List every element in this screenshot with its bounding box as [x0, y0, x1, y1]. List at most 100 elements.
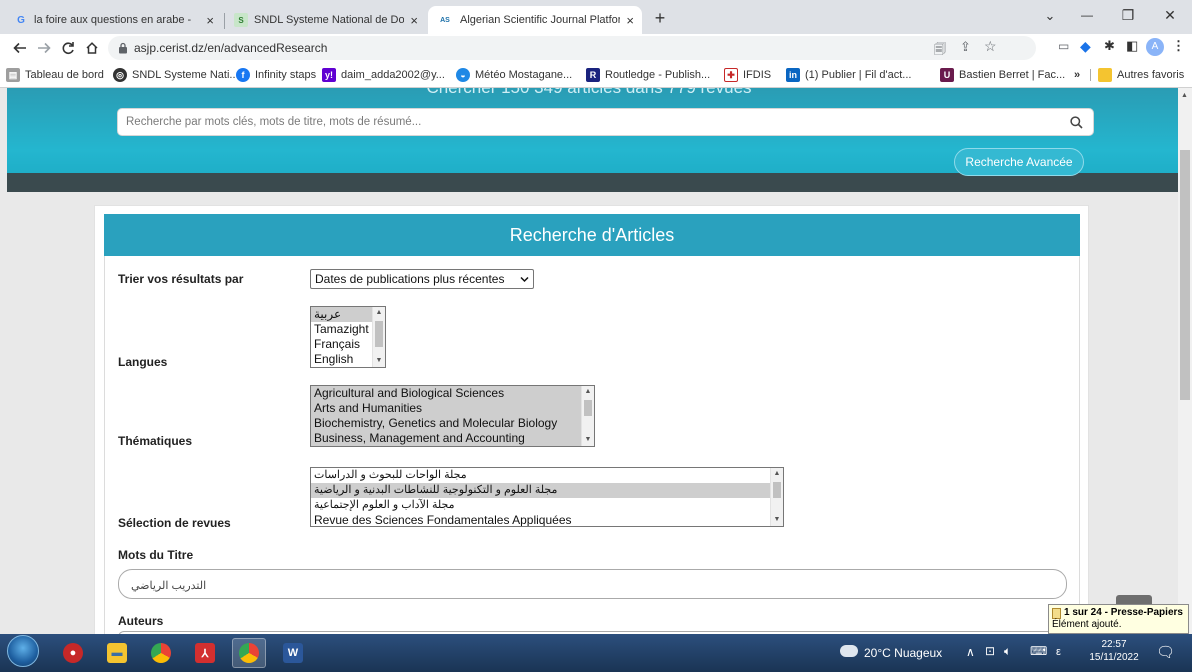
bookmark-item[interactable]: ✚ IFDIS: [724, 67, 771, 83]
journal-option[interactable]: مجلة العلوم و التكنولوجية للنشاطات البدن…: [311, 483, 783, 498]
page-scroll-thumb[interactable]: [1180, 150, 1190, 400]
url-text: asjp.cerist.dz/en/advancedResearch: [134, 41, 328, 55]
extension-icon[interactable]: ◆: [1080, 38, 1091, 55]
themes-listbox[interactable]: Agricultural and Biological Sciences Art…: [310, 385, 595, 447]
star-icon[interactable]: ☆: [984, 38, 997, 55]
forward-button[interactable]: [34, 38, 54, 58]
bookmark-label: Météo Mostagane...: [475, 69, 573, 81]
asjp-icon: AS: [440, 16, 450, 24]
languages-listbox[interactable]: عربية Tamazight Français English ▲ ▼: [310, 306, 386, 368]
tab-asjp[interactable]: AS Algerian Scientific Journal Platfor ×: [428, 6, 642, 34]
clock-date: 15/11/2022: [1089, 652, 1139, 663]
bookmark-item[interactable]: f Infinity staps: [236, 67, 316, 83]
bookmarks-more-button[interactable]: »: [1074, 67, 1080, 83]
title-words-value: التدريب الرياضي: [131, 580, 207, 592]
taskbar-app[interactable]: ▬: [100, 638, 134, 668]
bookmark-item[interactable]: ◒ Météo Mostagane...: [456, 67, 572, 83]
tab-divider: [224, 13, 225, 29]
clock[interactable]: 22:57 15/11/2022: [1088, 638, 1140, 664]
back-button[interactable]: [10, 38, 30, 58]
tab-faq-arabe[interactable]: G la foire aux questions en arabe - ×: [6, 6, 222, 34]
notifications-icon[interactable]: 🗨︎: [1156, 643, 1175, 661]
weather-text[interactable]: 20°C Nuageux: [864, 646, 942, 660]
taskbar-app-active[interactable]: [232, 638, 266, 668]
journals-scrollbar[interactable]: ▲ ▼: [770, 468, 783, 526]
bookmark-item[interactable]: in (1) Publier | Fil d'act...: [786, 67, 911, 83]
taskbar-app[interactable]: W: [276, 638, 310, 668]
network-icon[interactable]: ⊡: [985, 644, 995, 658]
restore-button[interactable]: ❐: [1118, 7, 1138, 24]
scroll-up-icon[interactable]: ▲: [373, 308, 385, 318]
tab-search-button[interactable]: ⌄: [1040, 8, 1060, 24]
themes-scrollbar[interactable]: ▲ ▼: [581, 386, 594, 446]
advanced-search-button[interactable]: Recherche Avancée: [954, 148, 1084, 176]
minimize-button[interactable]: —: [1077, 8, 1097, 22]
bookmark-item[interactable]: y! daim_adda2002@y...: [322, 67, 445, 83]
start-button[interactable]: [6, 635, 40, 667]
bookmark-item[interactable]: R Routledge - Publish...: [586, 67, 710, 83]
tab-title: Algerian Scientific Journal Platfor: [460, 14, 621, 26]
bookmark-label: Bastien Berret | Fac...: [959, 69, 1066, 81]
facebook-icon: f: [236, 68, 250, 82]
show-hidden-icons[interactable]: ∧: [966, 645, 975, 659]
reload-button[interactable]: [58, 38, 78, 58]
browser-toolbar: asjp.cerist.dz/en/advancedResearch 🗐 ⇪ ☆…: [0, 34, 1192, 62]
profile-avatar[interactable]: A: [1146, 38, 1164, 56]
routledge-icon: R: [586, 68, 600, 82]
clipboard-notification: 1 sur 24 - Presse-Papiers Élément ajouté…: [1048, 604, 1189, 634]
arrow-right-icon: [38, 42, 51, 54]
theme-option[interactable]: Agricultural and Biological Sciences: [311, 386, 594, 401]
tab-sndl[interactable]: S SNDL Systeme National de Docu ×: [226, 6, 426, 34]
taskbar-app[interactable]: ⅄: [188, 638, 222, 668]
scroll-down-icon[interactable]: ▼: [771, 515, 783, 525]
taskbar-app[interactable]: [144, 638, 178, 668]
theme-option[interactable]: Biochemistry, Genetics and Molecular Bio…: [311, 416, 594, 431]
share-icon[interactable]: ⇪: [960, 39, 971, 55]
search-button[interactable]: [1059, 109, 1093, 135]
sidepanel-icon[interactable]: ◧: [1126, 38, 1138, 54]
close-tab-icon[interactable]: ×: [626, 13, 634, 28]
journals-listbox[interactable]: مجلة الواحات للبحوث و الدراسات مجلة العل…: [310, 467, 784, 527]
lock-icon: [119, 42, 127, 54]
theme-option[interactable]: Business, Management and Accounting: [311, 431, 594, 446]
bookmarks-bar: ▤ Tableau de bord ◎ SNDL Systeme Nati... f…: [0, 62, 1192, 88]
home-button[interactable]: [82, 38, 102, 58]
search-input[interactable]: [118, 109, 1058, 135]
bookmark-item[interactable]: ▤ Tableau de bord: [6, 67, 104, 83]
clipboard-title: 1 sur 24 - Presse-Papiers: [1064, 607, 1183, 618]
translate-icon[interactable]: 🗐: [934, 40, 946, 61]
scroll-up-icon[interactable]: ▲: [1181, 92, 1188, 99]
journal-option[interactable]: مجلة الواحات للبحوث و الدراسات: [311, 468, 783, 483]
close-tab-icon[interactable]: ×: [410, 13, 418, 28]
home-icon: [86, 42, 98, 54]
reading-list-icon[interactable]: ▭: [1058, 39, 1069, 53]
keyboard-icon[interactable]: ⌨: [1030, 644, 1047, 658]
volume-icon[interactable]: 🔈︎: [1004, 644, 1011, 659]
scroll-down-icon[interactable]: ▼: [582, 435, 594, 445]
scroll-down-icon[interactable]: ▼: [373, 356, 385, 366]
journal-option[interactable]: مجلة الآداب و العلوم الإجتماعية: [311, 498, 783, 513]
menu-icon[interactable]: ⋮: [1172, 38, 1185, 54]
new-tab-button[interactable]: +: [650, 8, 670, 28]
bookmark-item[interactable]: ◎ SNDL Systeme Nati...: [113, 67, 239, 83]
journal-option[interactable]: Revue des Sciences Fondamentales Appliqu…: [311, 513, 783, 526]
sort-select[interactable]: Dates de publications plus récentes: [310, 269, 534, 289]
languages-scrollbar[interactable]: ▲ ▼: [372, 307, 385, 367]
scroll-thumb[interactable]: [375, 321, 383, 347]
other-bookmarks[interactable]: Autres favoris: [1098, 67, 1184, 83]
scroll-up-icon[interactable]: ▲: [771, 469, 783, 479]
scroll-thumb[interactable]: [773, 482, 781, 498]
folder-icon: [1098, 68, 1112, 82]
bookmark-item[interactable]: U Bastien Berret | Fac...: [940, 67, 1065, 83]
address-bar[interactable]: asjp.cerist.dz/en/advancedResearch 🗐 ⇪ ☆: [108, 36, 1036, 60]
theme-option[interactable]: Arts and Humanities: [311, 401, 594, 416]
puzzle-icon[interactable]: ✱: [1104, 38, 1115, 54]
scroll-up-icon[interactable]: ▲: [582, 387, 594, 397]
title-words-input[interactable]: التدريب الرياضي: [118, 569, 1067, 599]
arrow-left-icon: [13, 42, 26, 54]
taskbar-app[interactable]: ●: [56, 638, 90, 668]
input-language[interactable]: ε: [1056, 646, 1061, 658]
scroll-thumb[interactable]: [584, 400, 592, 416]
close-tab-icon[interactable]: ×: [206, 13, 214, 28]
close-window-button[interactable]: ✕: [1160, 7, 1180, 24]
